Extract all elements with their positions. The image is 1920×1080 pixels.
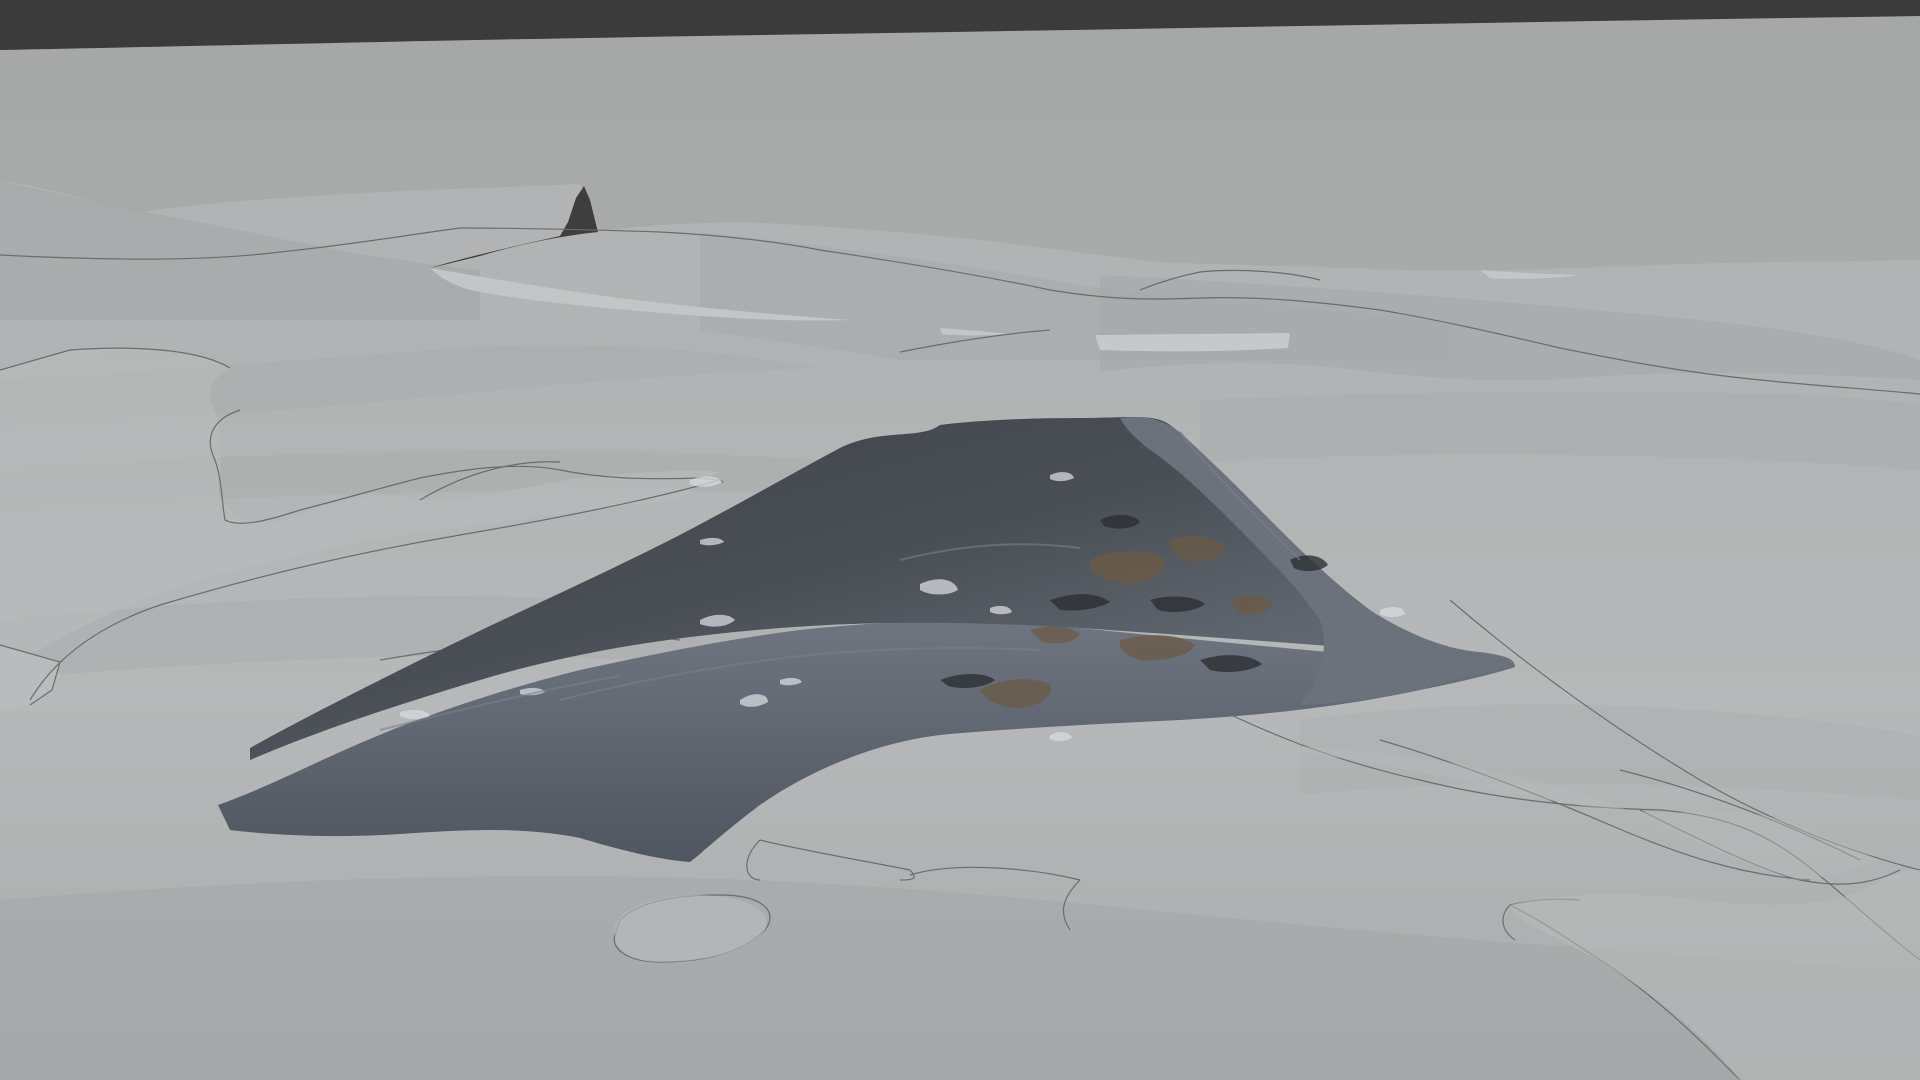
water-patch <box>1095 333 1290 352</box>
blender-app <box>0 0 1920 1080</box>
3d-viewport[interactable] <box>0 0 1920 1080</box>
viewport-render <box>0 0 1920 1080</box>
